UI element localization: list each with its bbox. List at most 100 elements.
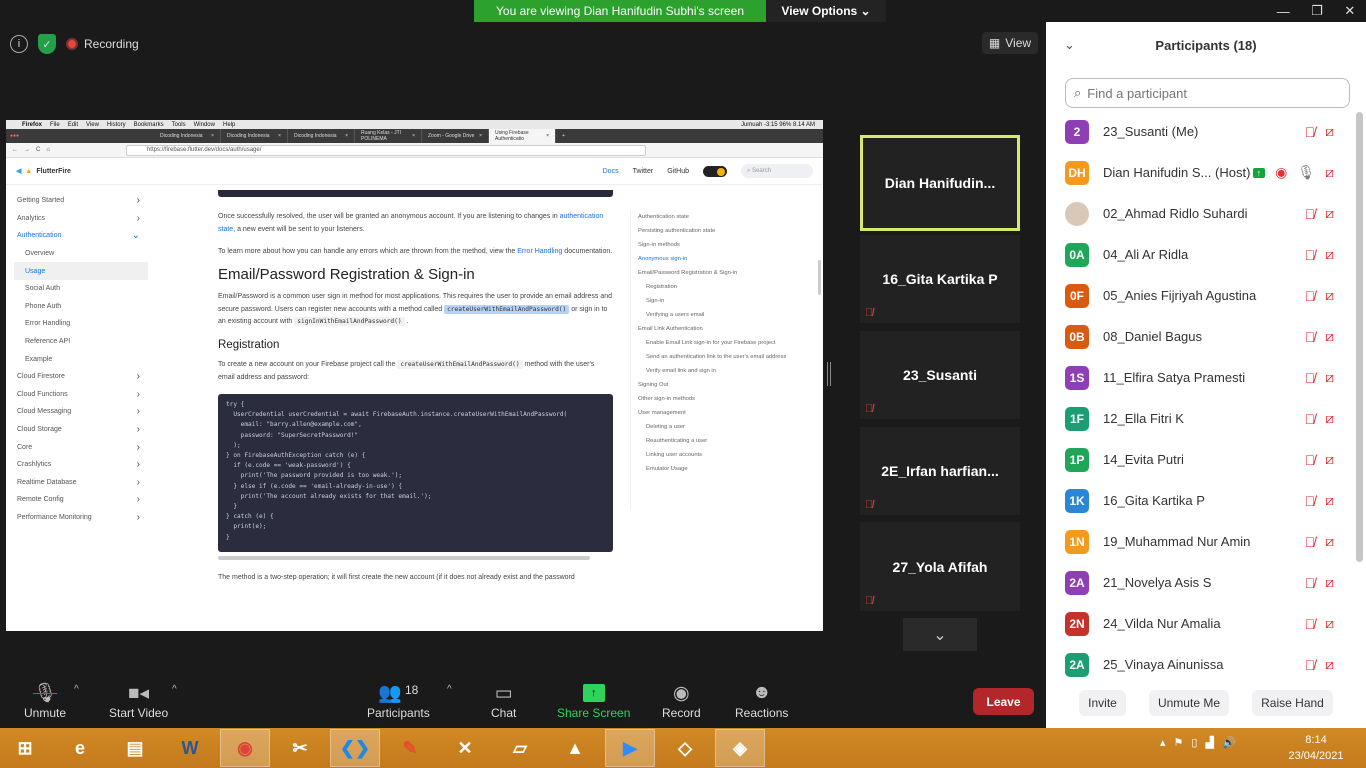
toc-link[interactable]: Verify email link and sign in — [638, 366, 788, 376]
xampp-icon[interactable]: ✕ — [440, 729, 490, 767]
participant-row[interactable]: 2 23_Susanti (Me) 🎙̸ ⧄ — [1046, 111, 1352, 152]
video-thumbnail[interactable]: Dian Hanifudin... — [860, 135, 1020, 231]
video-thumbnail[interactable]: 23_Susanti 🎙̸ — [860, 331, 1020, 419]
unmute-me-button[interactable]: Unmute Me — [1148, 690, 1229, 716]
chat-button[interactable]: ▭ Chat — [491, 680, 516, 721]
record-button[interactable]: ◉ Record — [662, 680, 701, 721]
menu-history[interactable]: History — [107, 122, 126, 128]
close-icon[interactable]: ✕ — [1344, 3, 1355, 19]
toc-link[interactable]: Persisting authentication state — [638, 226, 788, 236]
toc-link[interactable]: Linking user accounts — [638, 450, 788, 460]
toc-link[interactable]: Registration — [638, 282, 788, 292]
menu-bookmarks[interactable]: Bookmarks — [134, 122, 164, 128]
shield-icon[interactable]: ✓ — [38, 34, 56, 54]
start-video-button[interactable]: ■◂ Start Video — [109, 680, 168, 721]
view-button[interactable]: ▦ View — [982, 32, 1038, 54]
sidebar-item[interactable]: Cloud Storage › — [6, 421, 148, 439]
file-explorer-icon[interactable]: ▤ — [110, 729, 160, 767]
sidebar-item[interactable]: Cloud Firestore › — [6, 368, 148, 386]
participant-row[interactable]: 1S 11_Elfira Satya Pramesti 🎙̸ ⧄ — [1046, 357, 1352, 398]
menu-firefox[interactable]: Firefox — [22, 122, 42, 128]
notes-icon[interactable]: ▱ — [495, 729, 545, 767]
nav-github[interactable]: GitHub — [667, 168, 689, 175]
view-options-button[interactable]: View Options ⌄ — [766, 0, 886, 22]
unmute-button[interactable]: 🎙 Unmute — [24, 680, 66, 720]
sidebar-item[interactable]: Phone Auth — [6, 298, 148, 316]
video-thumbnail[interactable]: 27_Yola Afifah 🎙̸ — [860, 522, 1020, 611]
reactions-button[interactable]: ☻ Reactions — [735, 680, 788, 720]
participant-row[interactable]: 02_Ahmad Ridlo Suhardi 🎙̸ ⧄ — [1046, 193, 1352, 234]
sidebar-item[interactable]: Performance Monitoring › — [6, 509, 148, 527]
word-icon[interactable]: W — [165, 729, 215, 767]
nav-twitter[interactable]: Twitter — [633, 168, 654, 175]
toc-link[interactable]: Authentication state — [638, 212, 788, 222]
participant-row[interactable]: 2N 24_Vilda Nur Amalia 🎙̸ ⧄ — [1046, 603, 1352, 644]
menu-tools[interactable]: Tools — [172, 122, 186, 128]
sidebar-item[interactable]: Error Handling — [6, 315, 148, 333]
share-screen-button[interactable]: ↑ Share Screen — [557, 680, 630, 720]
browser-tab[interactable]: Dicoding Indonesia × — [154, 129, 221, 143]
sidebar-item[interactable]: Analytics › — [6, 210, 148, 228]
toc-link[interactable]: Email/Password Registration & Sign-in — [638, 268, 788, 278]
recording-indicator[interactable]: Recording — [66, 37, 139, 51]
sidebar-item[interactable]: Social Auth — [6, 280, 148, 298]
toc-link[interactable]: Verifying a users email — [638, 310, 788, 320]
tray-overflow-icon[interactable]: ▴ — [1160, 736, 1166, 749]
find-participant-input[interactable] — [1087, 85, 1349, 101]
dark-mode-toggle[interactable] — [703, 165, 727, 177]
home-icon[interactable]: ⌂ — [46, 147, 50, 153]
collapse-chevron-icon[interactable]: ⌄ — [1064, 37, 1075, 53]
volume-icon[interactable]: 🔊 — [1222, 736, 1236, 749]
toc-link[interactable]: Deleting a user — [638, 422, 788, 432]
internet-explorer-icon[interactable]: e — [55, 729, 105, 767]
toc-link[interactable]: Sign-in — [638, 296, 788, 306]
new-tab-icon[interactable]: + — [556, 133, 571, 139]
app-icon[interactable]: ◈ — [715, 729, 765, 767]
menu-window[interactable]: Window — [194, 122, 215, 128]
sidebar-item[interactable]: Cloud Messaging › — [6, 403, 148, 421]
sidebar-item[interactable]: Overview — [6, 245, 148, 263]
sidebar-item[interactable]: Authentication ⌄ — [6, 227, 148, 245]
tab-close-icon[interactable]: × — [479, 133, 482, 139]
video-thumbnail[interactable]: 16_Gita Kartika P 🎙̸ — [860, 235, 1020, 323]
participant-row[interactable]: 1P 14_Evita Putri 🎙̸ ⧄ — [1046, 439, 1352, 480]
forward-icon[interactable]: → — [24, 147, 30, 153]
info-icon[interactable]: i — [10, 35, 28, 53]
sidebar-item[interactable]: Crashlytics › — [6, 456, 148, 474]
tab-close-icon[interactable]: × — [211, 133, 214, 139]
pdf-reader-icon[interactable]: ✎ — [385, 729, 435, 767]
clock[interactable]: 8:14 23/04/2021 — [1276, 732, 1356, 764]
sidebar-item[interactable]: Reference API — [6, 333, 148, 351]
unity-icon[interactable]: ◇ — [660, 729, 710, 767]
browser-tab[interactable]: Using Firebase Authenticatio × — [489, 129, 556, 143]
snipping-tool-icon[interactable]: ✂ — [275, 729, 325, 767]
video-options-caret[interactable]: ^ — [172, 684, 177, 695]
invite-button[interactable]: Invite — [1079, 690, 1126, 716]
windows-start-icon[interactable]: ⊞ — [0, 729, 50, 767]
zoom-icon[interactable]: ▶ — [605, 729, 655, 767]
browser-tab[interactable]: Ruang Kelas - JTI POLINEMA × — [355, 129, 422, 143]
sidebar-item[interactable]: Remote Config › — [6, 491, 148, 509]
toc-link[interactable]: Signing Out — [638, 380, 788, 390]
android-studio-icon[interactable]: ▲ — [550, 729, 600, 767]
menu-file[interactable]: File — [50, 122, 60, 128]
participant-row[interactable]: DH Dian Hanifudin S... (Host) ↑ ◉ 🎙 ⧄ — [1046, 152, 1352, 193]
audio-options-caret[interactable]: ^ — [74, 684, 79, 695]
flutterfire-logo[interactable]: ◀ ▲ FlutterFire — [16, 167, 71, 176]
error-handling-link[interactable]: Error Handling — [517, 248, 562, 255]
menu-view[interactable]: View — [86, 122, 99, 128]
toc-link[interactable]: User management — [638, 408, 788, 418]
tab-close-icon[interactable]: × — [345, 133, 348, 139]
find-participant-field[interactable]: ⌕ — [1065, 78, 1350, 108]
browser-tab[interactable]: Zoom - Google Drive × — [422, 129, 489, 143]
participant-row[interactable]: 0F 05_Anies Fijriyah Agustina 🎙̸ ⧄ — [1046, 275, 1352, 316]
sidebar-item[interactable]: Getting Started › — [6, 192, 148, 210]
participant-row[interactable]: 1F 12_Ella Fitri K 🎙̸ ⧄ — [1046, 398, 1352, 439]
sidebar-item[interactable]: Core › — [6, 438, 148, 456]
maximize-icon[interactable]: ❐ — [1311, 3, 1323, 19]
raise-hand-button[interactable]: Raise Hand — [1252, 690, 1333, 716]
toc-link[interactable]: Sign-in methods — [638, 240, 788, 250]
toc-link[interactable]: Other sign-in methods — [638, 394, 788, 404]
panel-resize-handle[interactable] — [827, 362, 831, 386]
participant-row[interactable]: 1K 16_Gita Kartika P 🎙̸ ⧄ — [1046, 480, 1352, 521]
